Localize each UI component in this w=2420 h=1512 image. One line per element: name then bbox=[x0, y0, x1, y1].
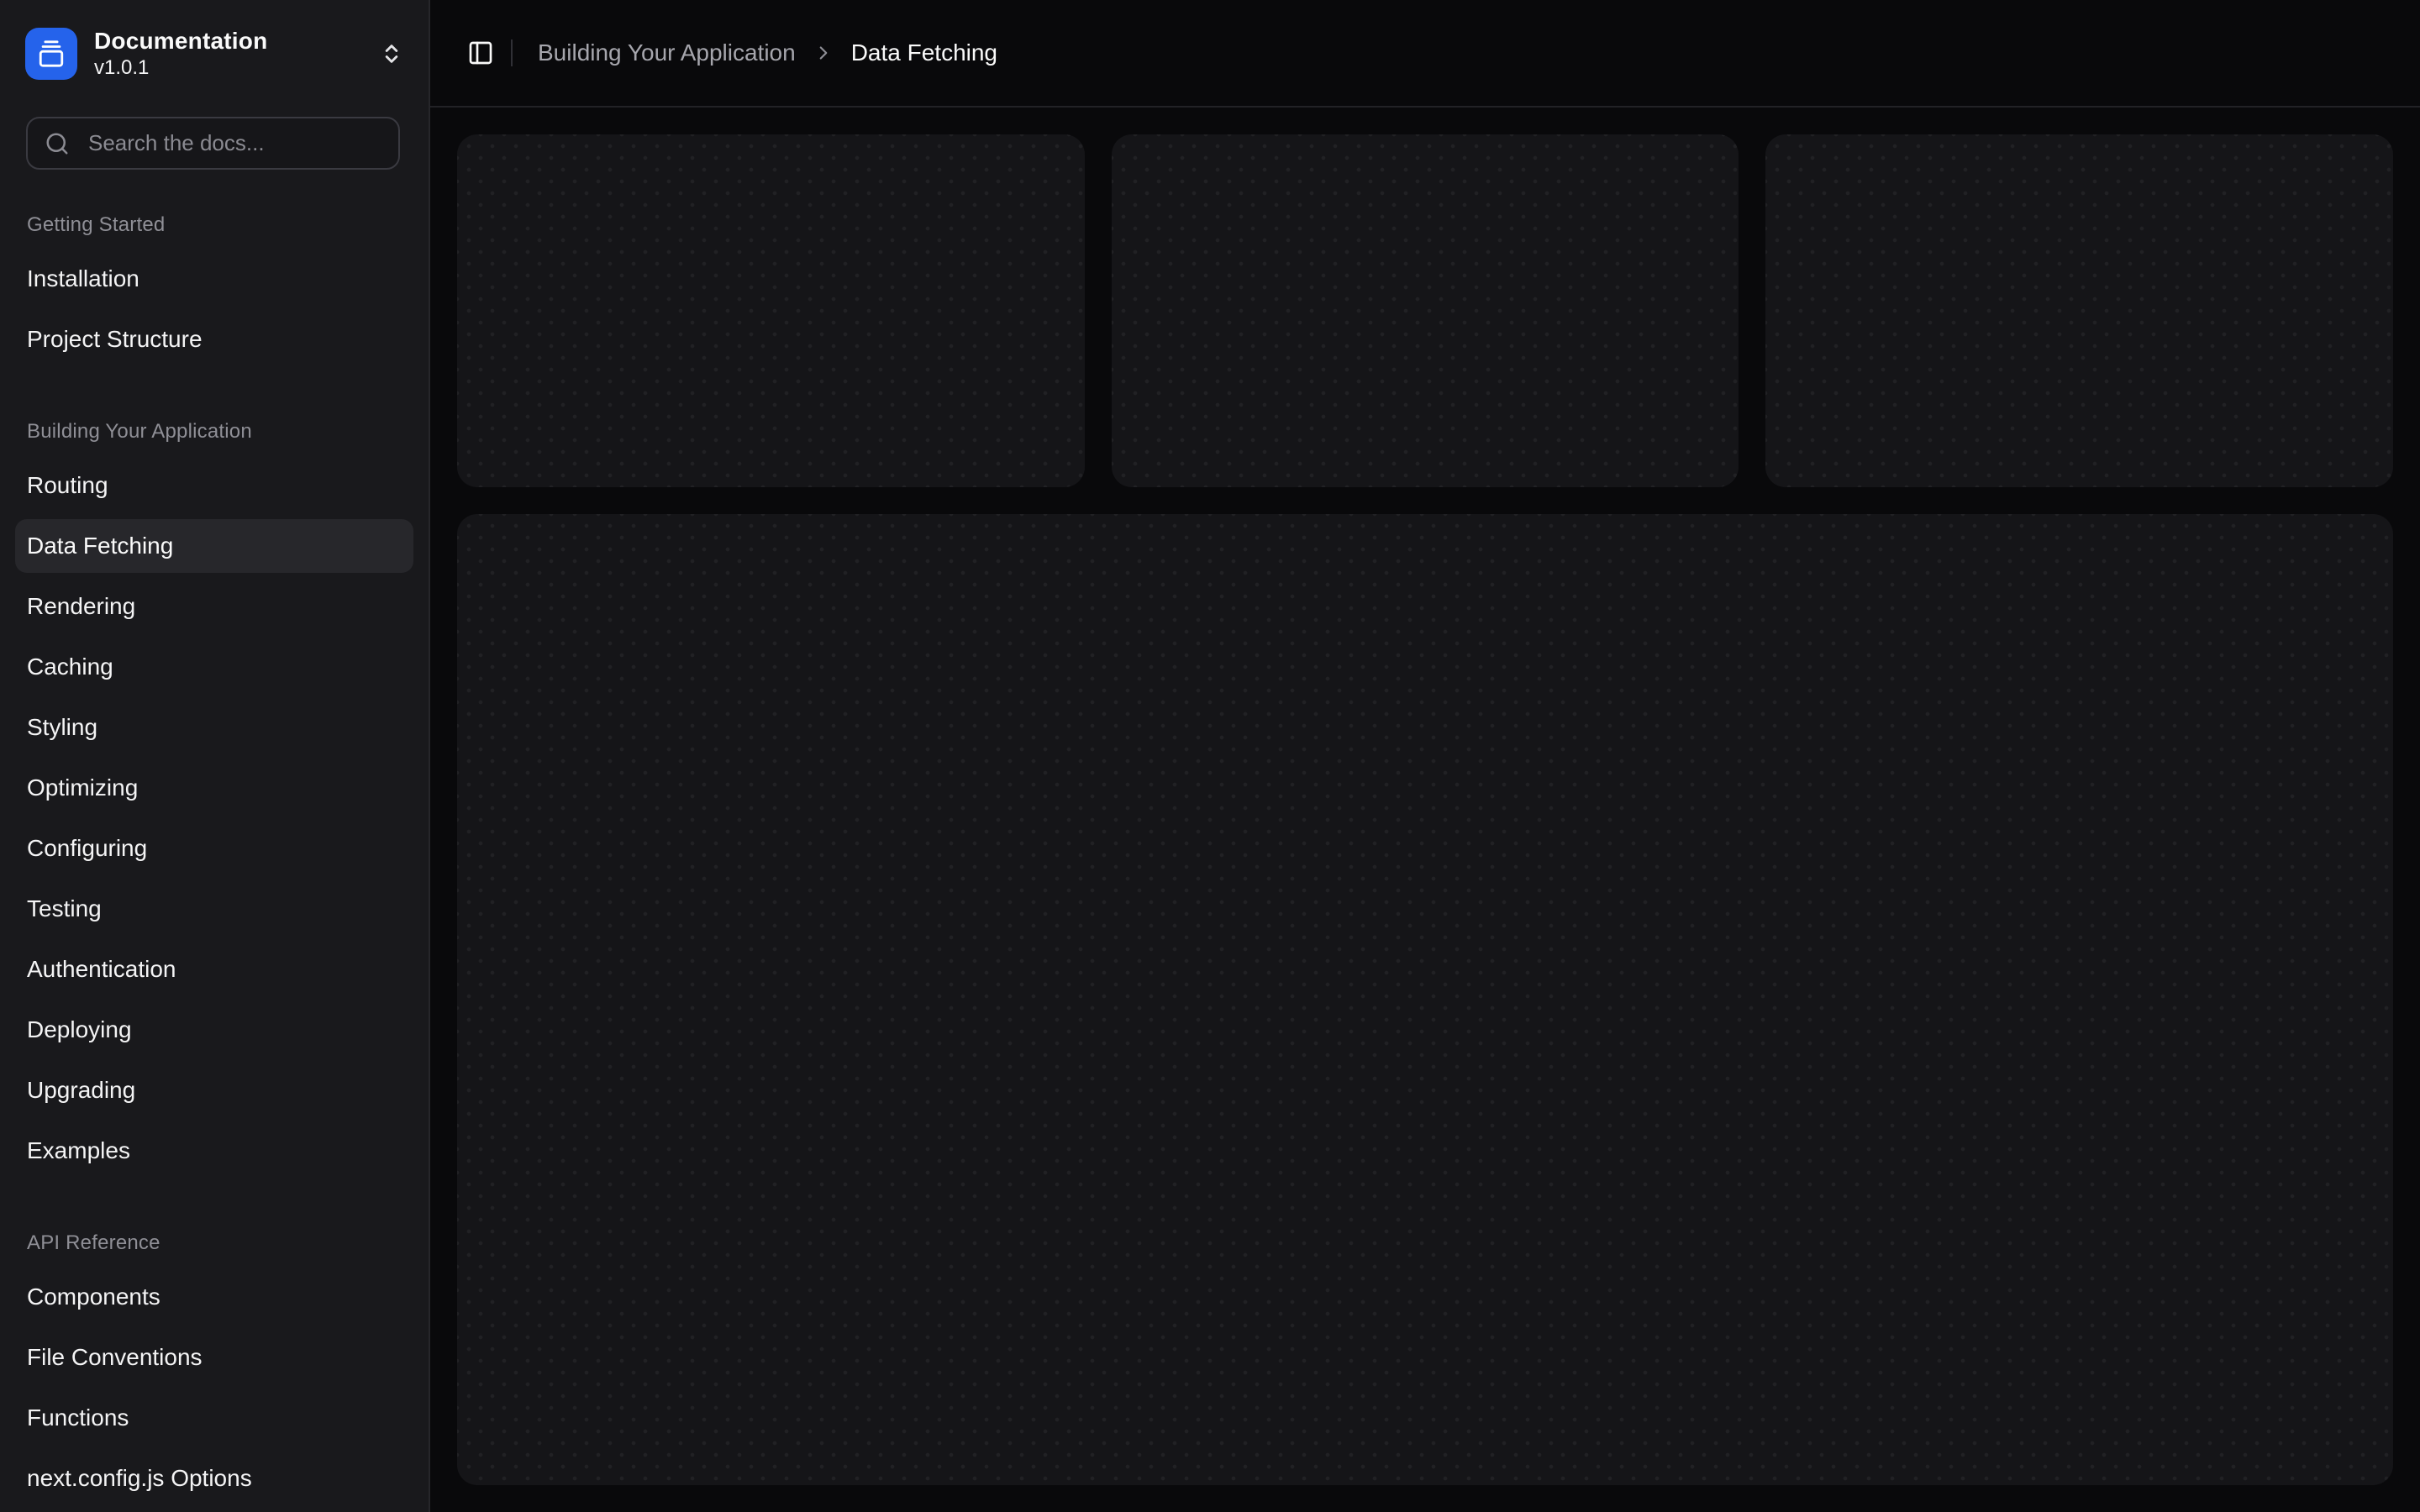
sidebar-item-styling[interactable]: Styling bbox=[15, 701, 413, 754]
sidebar-item-data-fetching[interactable]: Data Fetching bbox=[15, 519, 413, 573]
team-switcher-button[interactable]: Documentation v1.0.1 bbox=[13, 22, 415, 86]
team-version: v1.0.1 bbox=[94, 55, 380, 81]
sidebar-toggle-button[interactable] bbox=[457, 29, 504, 76]
chevron-right-icon bbox=[813, 42, 834, 64]
breadcrumb-current: Data Fetching bbox=[851, 39, 997, 66]
placeholder-card-3 bbox=[1765, 134, 2393, 487]
placeholder-card-1 bbox=[457, 134, 1085, 487]
main-area: Building Your Application Data Fetching bbox=[430, 0, 2420, 1512]
sidebar-item-optimizing[interactable]: Optimizing bbox=[15, 761, 413, 815]
team-name: Documentation bbox=[94, 27, 380, 55]
sidebar: Documentation v1.0.1 Getting Started Ins… bbox=[0, 0, 430, 1512]
nav-group-building-your-application: Building Your Application Routing Data F… bbox=[15, 420, 413, 1178]
group-label: API Reference bbox=[15, 1231, 413, 1255]
chevrons-up-down-icon bbox=[380, 42, 403, 66]
app-root: Documentation v1.0.1 Getting Started Ins… bbox=[0, 0, 2420, 1512]
sidebar-item-project-structure[interactable]: Project Structure bbox=[15, 312, 413, 366]
content bbox=[430, 108, 2420, 1512]
sidebar-item-rendering[interactable]: Rendering bbox=[15, 580, 413, 633]
sidebar-item-testing[interactable]: Testing bbox=[15, 882, 413, 936]
sidebar-item-authentication[interactable]: Authentication bbox=[15, 942, 413, 996]
placeholder-card-row bbox=[457, 134, 2393, 487]
topbar: Building Your Application Data Fetching bbox=[430, 0, 2420, 108]
placeholder-card-2 bbox=[1112, 134, 1739, 487]
sidebar-item-configuring[interactable]: Configuring bbox=[15, 822, 413, 875]
group-label: Building Your Application bbox=[15, 420, 413, 444]
sidebar-item-routing[interactable]: Routing bbox=[15, 459, 413, 512]
sidebar-item-file-conventions[interactable]: File Conventions bbox=[15, 1331, 413, 1384]
gallery-vertical-end-icon bbox=[25, 28, 77, 80]
sidebar-item-functions[interactable]: Functions bbox=[15, 1391, 413, 1445]
search-icon bbox=[45, 131, 70, 156]
sidebar-item-examples[interactable]: Examples bbox=[15, 1124, 413, 1178]
search-container bbox=[26, 117, 400, 170]
breadcrumb-parent[interactable]: Building Your Application bbox=[538, 39, 796, 66]
placeholder-card-large bbox=[457, 514, 2393, 1485]
team-text: Documentation v1.0.1 bbox=[94, 27, 380, 81]
group-label: Getting Started bbox=[15, 213, 413, 237]
search-input[interactable] bbox=[26, 117, 400, 170]
sidebar-item-components[interactable]: Components bbox=[15, 1270, 413, 1324]
nav-group-api-reference: API Reference Components File Convention… bbox=[15, 1231, 413, 1505]
sidebar-item-installation[interactable]: Installation bbox=[15, 252, 413, 306]
sidebar-item-next-config-js-options[interactable]: next.config.js Options bbox=[15, 1452, 413, 1505]
sidebar-item-upgrading[interactable]: Upgrading bbox=[15, 1063, 413, 1117]
sidebar-item-deploying[interactable]: Deploying bbox=[15, 1003, 413, 1057]
breadcrumb: Building Your Application Data Fetching bbox=[538, 39, 997, 66]
panel-left-icon bbox=[467, 39, 494, 66]
sidebar-nav: Getting Started Installation Project Str… bbox=[0, 213, 429, 1512]
nav-group-getting-started: Getting Started Installation Project Str… bbox=[15, 213, 413, 366]
sidebar-item-caching[interactable]: Caching bbox=[15, 640, 413, 694]
topbar-divider bbox=[511, 39, 513, 66]
